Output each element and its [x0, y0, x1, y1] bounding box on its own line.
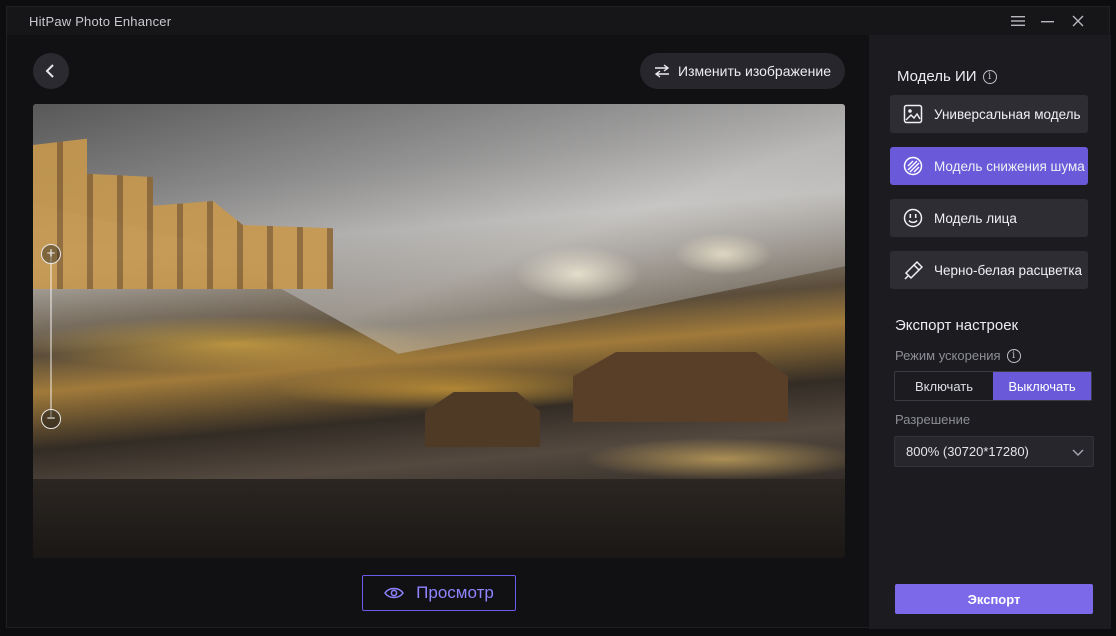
close-icon[interactable] — [1067, 11, 1089, 31]
preview-label: Просмотр — [416, 583, 494, 602]
acceleration-on-option[interactable]: Включать — [895, 372, 993, 400]
resolution-label: Разрешение — [895, 412, 971, 427]
back-button[interactable] — [33, 53, 69, 89]
acceleration-heading: Режим ускорения i — [895, 348, 1021, 363]
settings-panel: Модель ИИ i Универсальная модель Модель … — [869, 35, 1111, 629]
change-image-button[interactable]: Изменить изображение — [640, 53, 845, 89]
menu-icon[interactable] — [1007, 11, 1029, 31]
model-label: Модель лица — [934, 210, 1017, 226]
acceleration-toggle: Включать Выключать — [894, 371, 1092, 401]
zoom-in-button[interactable]: + — [41, 244, 61, 264]
change-image-label: Изменить изображение — [678, 63, 831, 79]
image-icon — [902, 103, 924, 125]
denoise-icon — [902, 155, 924, 177]
info-icon[interactable]: i — [982, 69, 997, 84]
chevron-left-icon — [45, 64, 54, 78]
photo-preview[interactable] — [33, 104, 845, 558]
eye-icon — [384, 587, 405, 599]
minimize-icon[interactable] — [1037, 11, 1059, 31]
face-icon — [902, 207, 924, 229]
model-denoise[interactable]: Модель снижения шума — [890, 147, 1088, 185]
model-label: Модель снижения шума — [934, 158, 1085, 174]
export-settings-title: Экспорт настроек — [895, 317, 1019, 334]
ai-model-title: Модель ИИ — [897, 68, 977, 85]
photo-chalet-small — [425, 392, 540, 447]
model-label: Черно-белая расцветка — [934, 262, 1083, 278]
info-icon[interactable]: i — [1006, 348, 1021, 363]
acceleration-off-option[interactable]: Выключать — [993, 372, 1091, 400]
acceleration-label: Режим ускорения — [895, 348, 1001, 363]
zoom-slider[interactable] — [50, 254, 52, 417]
resolution-select[interactable]: 800% (30720*17280) — [894, 436, 1094, 467]
photo-chalet — [573, 352, 788, 422]
preview-button[interactable]: Просмотр — [362, 575, 516, 611]
resolution-value: 800% (30720*17280) — [906, 444, 1029, 459]
ai-model-heading: Модель ИИ i — [897, 68, 997, 85]
title-bar: HitPaw Photo Enhancer — [7, 7, 1109, 35]
model-label: Универсальная модель — [934, 106, 1081, 122]
photo-foreground — [33, 479, 845, 558]
model-colorize[interactable]: Черно-белая расцветка — [890, 251, 1088, 289]
zoom-out-button[interactable]: − — [41, 409, 61, 429]
app-window: HitPaw Photo Enhancer Изменить изображен… — [6, 6, 1111, 629]
app-title: HitPaw Photo Enhancer — [29, 14, 172, 29]
model-face[interactable]: Модель лица — [890, 199, 1088, 237]
colorize-icon — [902, 259, 924, 281]
chevron-down-icon — [1072, 449, 1084, 456]
swap-icon — [654, 64, 670, 78]
export-button[interactable]: Экспорт — [895, 584, 1093, 614]
model-general[interactable]: Универсальная модель — [890, 95, 1088, 133]
